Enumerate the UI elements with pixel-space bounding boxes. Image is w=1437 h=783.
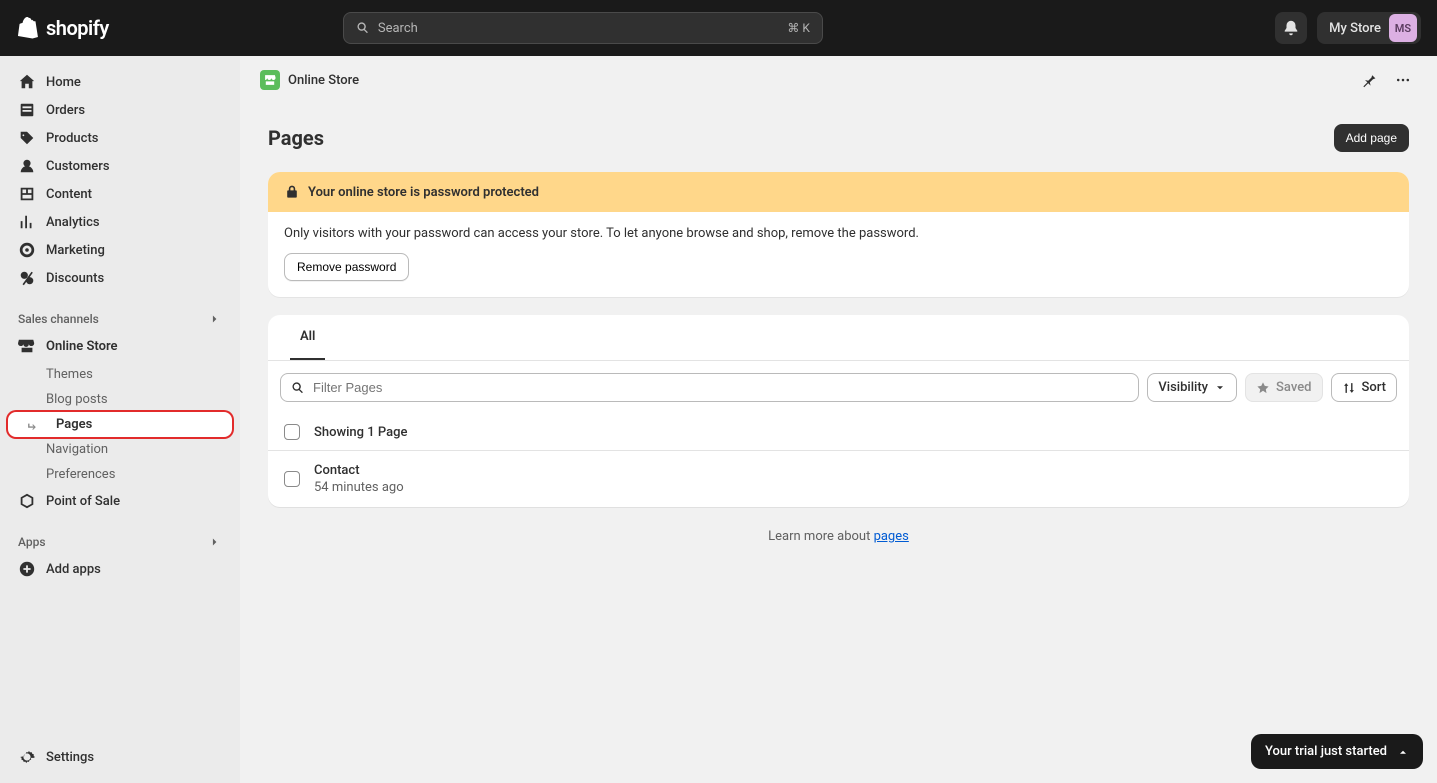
- saved-filter-button: Saved: [1245, 373, 1322, 402]
- nav-preferences[interactable]: Preferences: [8, 462, 232, 487]
- nav-marketing[interactable]: Marketing: [8, 236, 232, 264]
- chevron-down-icon: [1214, 382, 1226, 394]
- nav-settings[interactable]: Settings: [8, 743, 232, 771]
- visibility-filter-button[interactable]: Visibility: [1147, 373, 1237, 402]
- more-icon: [1395, 72, 1411, 88]
- remove-password-button[interactable]: Remove password: [284, 253, 409, 281]
- nav-discounts[interactable]: Discounts: [8, 264, 232, 292]
- channel-icon: [260, 70, 280, 90]
- nav-products[interactable]: Products: [8, 124, 232, 152]
- filter-input-wrap[interactable]: [280, 373, 1139, 402]
- add-page-button[interactable]: Add page: [1334, 124, 1409, 152]
- trial-banner[interactable]: Your trial just started: [1251, 734, 1423, 769]
- nav-content[interactable]: Content: [8, 180, 232, 208]
- select-all-checkbox[interactable]: [284, 424, 300, 440]
- page-row[interactable]: Contact 54 minutes ago: [268, 451, 1409, 507]
- plus-circle-icon: [18, 560, 36, 578]
- lock-icon: [284, 184, 300, 200]
- more-button[interactable]: [1389, 66, 1417, 94]
- nav-pages[interactable]: Pages: [8, 412, 232, 437]
- store-menu-button[interactable]: My Store MS: [1317, 12, 1421, 44]
- row-checkbox[interactable]: [284, 471, 300, 487]
- banner-title: Your online store is password protected: [308, 185, 539, 200]
- pin-button[interactable]: [1355, 66, 1383, 94]
- breadcrumb-label: Online Store: [288, 73, 359, 88]
- gear-icon: [18, 748, 36, 766]
- list-header: Showing 1 Page: [268, 414, 1409, 451]
- nav-orders[interactable]: Orders: [8, 96, 232, 124]
- learn-more-link[interactable]: pages: [874, 529, 909, 544]
- chevron-up-icon: [1397, 746, 1409, 758]
- nav-analytics[interactable]: Analytics: [8, 208, 232, 236]
- star-icon: [1256, 381, 1270, 395]
- home-icon: [18, 73, 36, 91]
- shopify-bag-icon: [16, 16, 40, 40]
- nav-themes[interactable]: Themes: [8, 362, 232, 387]
- nav-navigation[interactable]: Navigation: [8, 437, 232, 462]
- chevron-right-icon: [208, 535, 222, 549]
- learn-more: Learn more about pages: [268, 507, 1409, 566]
- pos-icon: [18, 492, 36, 510]
- page-title: Pages: [268, 126, 324, 150]
- row-subtitle: 54 minutes ago: [314, 480, 404, 495]
- content-icon: [18, 185, 36, 203]
- orders-icon: [18, 101, 36, 119]
- filter-input[interactable]: [313, 380, 1128, 395]
- breadcrumb: Online Store: [240, 56, 1437, 104]
- brand-logo[interactable]: shopify: [16, 16, 109, 40]
- main: Online Store Pages Add page Your online …: [240, 56, 1437, 783]
- chevron-right-icon: [208, 312, 222, 326]
- banner-body-text: Only visitors with your password can acc…: [284, 226, 1393, 241]
- sales-channels-header[interactable]: Sales channels: [8, 306, 232, 332]
- customers-icon: [18, 157, 36, 175]
- notifications-button[interactable]: [1275, 12, 1307, 44]
- pin-icon: [1361, 72, 1377, 88]
- nav-home[interactable]: Home: [8, 68, 232, 96]
- store-icon: [18, 337, 36, 355]
- nav-pos[interactable]: Point of Sale: [8, 487, 232, 515]
- search-icon: [356, 21, 370, 35]
- products-icon: [18, 129, 36, 147]
- discounts-icon: [18, 269, 36, 287]
- search-kbd: ⌘ K: [787, 21, 810, 35]
- list-count: Showing 1 Page: [314, 425, 407, 440]
- sort-button[interactable]: Sort: [1331, 373, 1398, 402]
- tab-all[interactable]: All: [290, 315, 325, 360]
- nav-add-apps[interactable]: Add apps: [8, 555, 232, 583]
- sort-icon: [1342, 381, 1356, 395]
- sidebar: Home Orders Products Customers Content A…: [0, 56, 240, 783]
- row-title: Contact: [314, 463, 404, 478]
- apps-header[interactable]: Apps: [8, 529, 232, 555]
- search-icon: [291, 381, 305, 395]
- topbar: shopify Search ⌘ K My Store MS: [0, 0, 1437, 56]
- store-name: My Store: [1329, 21, 1381, 36]
- bell-icon: [1282, 19, 1300, 37]
- pages-card: All Visibility Saved: [268, 315, 1409, 507]
- brand-text: shopify: [46, 16, 109, 40]
- password-banner: Your online store is password protected …: [268, 172, 1409, 297]
- nav-blog-posts[interactable]: Blog posts: [8, 387, 232, 412]
- nav-customers[interactable]: Customers: [8, 152, 232, 180]
- marketing-icon: [18, 241, 36, 259]
- search-placeholder: Search: [378, 21, 418, 36]
- return-arrow-icon: [26, 418, 40, 432]
- search-input[interactable]: Search ⌘ K: [343, 12, 823, 44]
- analytics-icon: [18, 213, 36, 231]
- avatar: MS: [1389, 14, 1417, 42]
- nav-online-store[interactable]: Online Store: [8, 332, 232, 360]
